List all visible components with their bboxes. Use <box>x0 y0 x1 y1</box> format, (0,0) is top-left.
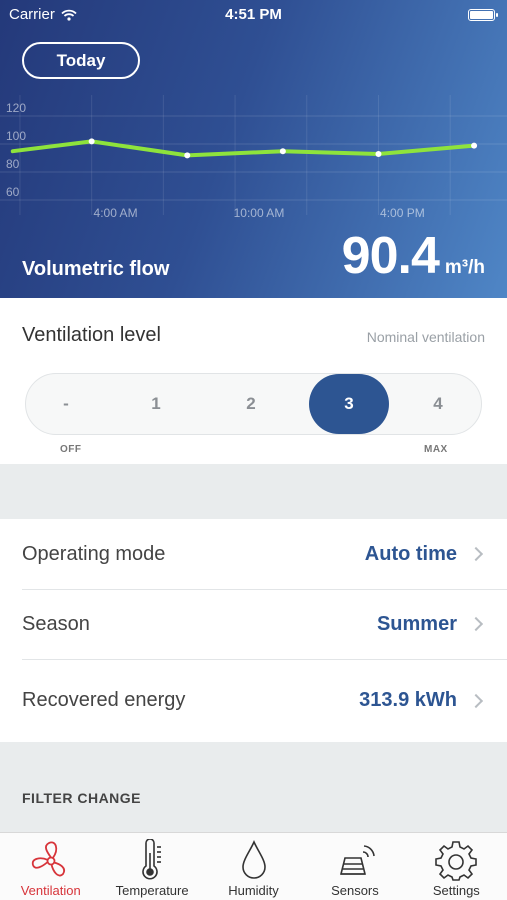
chevron-right-icon <box>468 693 484 708</box>
y-tick-label: 120 <box>6 101 26 115</box>
x-tick-label: 10:00 AM <box>234 206 285 220</box>
y-tick-label: 80 <box>6 157 20 171</box>
tab-label: Humidity <box>228 883 279 898</box>
data-point <box>279 148 286 155</box>
data-point <box>88 138 95 145</box>
data-point <box>184 152 191 159</box>
level-max-caption: MAX <box>424 444 448 455</box>
settings-list: Operating mode Auto time Season Summer R… <box>0 519 507 742</box>
section-divider <box>0 464 507 519</box>
flow-readout: 90.4 m³/h <box>342 226 485 286</box>
level-option-1[interactable]: 1 <box>116 374 196 434</box>
tab-label: Temperature <box>115 883 189 898</box>
tab-temperature[interactable]: Temperature <box>101 833 202 900</box>
tab-label: Settings <box>432 883 480 898</box>
status-bar: Carrier 4:51 PM <box>0 0 507 30</box>
today-button[interactable]: Today <box>22 42 140 79</box>
ventilation-level-subtitle: Nominal ventilation <box>366 329 485 345</box>
y-tick-label: 60 <box>6 185 20 199</box>
tab-settings[interactable]: Settings <box>406 833 507 900</box>
tab-label: Ventilation <box>20 883 81 898</box>
chevron-right-icon <box>468 546 484 562</box>
data-point <box>375 151 382 157</box>
y-tick-label: 100 <box>6 129 26 143</box>
thermometer-icon <box>142 839 162 880</box>
droplet-icon <box>241 840 266 879</box>
flow-label: Volumetric flow <box>22 258 170 280</box>
season-row[interactable]: Season Summer <box>0 589 507 659</box>
data-point <box>471 142 478 149</box>
filter-change-title: FILTER CHANGE <box>22 790 142 806</box>
row-label: Operating mode <box>22 542 166 565</box>
sensor-icon <box>339 845 375 875</box>
header-panel: Carrier 4:51 PM Today 120 100 80 60 4:00 AM 1… <box>0 0 507 298</box>
ventilation-level-title: Ventilation level <box>22 324 161 346</box>
row-value: Summer <box>376 612 457 635</box>
tab-label: Sensors <box>331 883 379 898</box>
row-value: 313.9 kWh <box>359 689 457 711</box>
flow-unit: m³/h <box>444 257 485 278</box>
tab-sensors[interactable]: Sensors <box>304 833 405 900</box>
row-label: Season <box>22 612 90 635</box>
gear-icon <box>435 841 478 881</box>
level-option-4[interactable]: 4 <box>398 374 478 434</box>
tab-bar: Ventilation Temperature Humidity Sensors… <box>0 832 507 900</box>
level-option-2[interactable]: 2 <box>211 374 291 434</box>
operating-mode-row[interactable]: Operating mode Auto time <box>0 519 507 589</box>
tab-humidity[interactable]: Humidity <box>203 833 304 900</box>
filter-change-section: FILTER CHANGE <box>0 742 507 832</box>
level-option-3[interactable]: 3 <box>309 374 389 434</box>
row-label: Recovered energy <box>22 689 186 711</box>
status-time: 4:51 PM <box>225 6 282 23</box>
fan-icon <box>31 841 65 877</box>
flow-chart-svg: 120 100 80 60 4:00 AM 10:00 AM 4:00 PM <box>0 95 507 220</box>
row-value: Auto time <box>364 542 457 565</box>
chevron-right-icon <box>468 616 484 632</box>
ventilation-level-section: Ventilation level Nominal ventilation - … <box>0 298 507 464</box>
flow-value: 90.4 <box>341 227 440 285</box>
level-option-off[interactable]: - <box>26 374 106 434</box>
flow-chart: 120 100 80 60 4:00 AM 10:00 AM 4:00 PM <box>0 95 507 225</box>
ventilation-level-selector[interactable]: - 1 2 3 4 <box>25 373 482 435</box>
battery-icon <box>468 9 498 21</box>
level-min-caption: OFF <box>60 444 82 455</box>
x-tick-label: 4:00 PM <box>380 206 425 220</box>
recovered-energy-row[interactable]: Recovered energy 313.9 kWh <box>0 659 507 742</box>
x-tick-label: 4:00 AM <box>94 206 138 220</box>
tab-ventilation[interactable]: Ventilation <box>0 833 101 900</box>
